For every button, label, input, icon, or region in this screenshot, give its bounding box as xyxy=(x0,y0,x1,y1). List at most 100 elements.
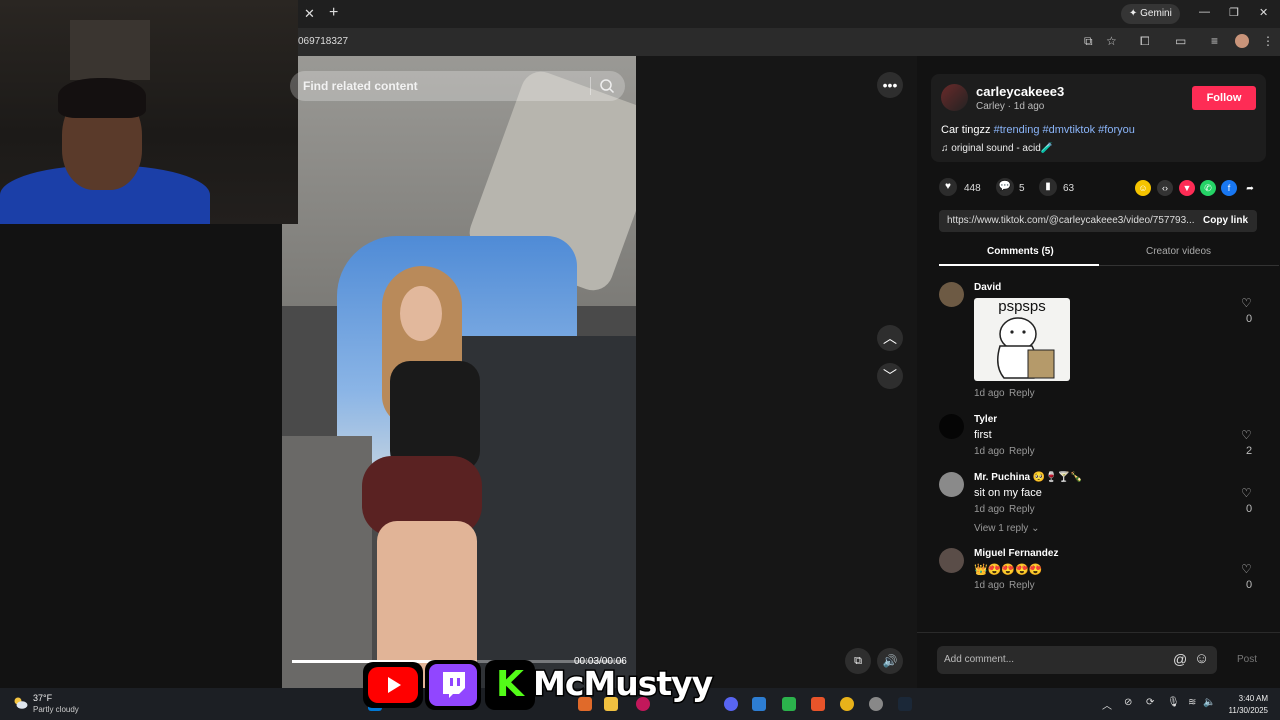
comment-count: 5 xyxy=(1019,183,1025,194)
comment-bar-divider xyxy=(917,632,1280,633)
speaker-icon[interactable]: 🔈 xyxy=(1203,697,1215,708)
commenter-avatar[interactable] xyxy=(939,548,964,573)
send-to-friends-icon[interactable]: ▼ xyxy=(1179,180,1195,196)
whatsapp-icon[interactable]: ✆ xyxy=(1200,180,1216,196)
author-avatar[interactable] xyxy=(941,84,968,111)
video-player[interactable] xyxy=(282,56,636,688)
post-caption: Car tingzz #trending #dmvtiktok #foryou xyxy=(941,124,1135,136)
reply-button[interactable]: Reply xyxy=(1009,580,1035,591)
repost-icon[interactable]: ☺ xyxy=(1135,180,1151,196)
weather-temperature[interactable]: 37°F xyxy=(33,693,52,703)
microphone-icon[interactable]: 🎙 xyxy=(1167,697,1180,708)
follow-button[interactable]: Follow xyxy=(1192,86,1256,110)
emoji-icon[interactable]: ☺ xyxy=(1194,650,1209,667)
clock-date[interactable]: 11/30/2025 xyxy=(1222,706,1268,715)
comment-text: sit on my face xyxy=(974,487,1042,499)
clock-time[interactable]: 3:40 AM xyxy=(1222,694,1268,703)
mention-icon[interactable]: @ xyxy=(1173,651,1187,667)
comment-like-heart-icon[interactable]: ♡ xyxy=(1241,296,1252,310)
show-hidden-icons-chevron[interactable]: ︿ xyxy=(1102,697,1112,712)
sticker-drawing xyxy=(997,317,1055,379)
comment-item: David pspsps 1d ago Reply ♡ 0 xyxy=(939,282,1269,402)
extensions-icon[interactable]: ⧠ xyxy=(1140,34,1150,49)
comment-time: 1d ago xyxy=(974,580,1005,591)
gemini-button[interactable]: ✦ Gemini xyxy=(1121,4,1180,24)
bookmark-icon[interactable]: ▮ xyxy=(1039,178,1057,196)
comment-time: 1d ago xyxy=(974,504,1005,515)
discord-icon[interactable] xyxy=(724,697,738,711)
close-tab-icon[interactable]: ✕ xyxy=(304,6,315,22)
tray-sync-icon[interactable]: ⟳ xyxy=(1146,697,1154,708)
reply-button[interactable]: Reply xyxy=(1009,388,1035,399)
search-icon[interactable] xyxy=(599,78,615,94)
commenter-avatar[interactable] xyxy=(939,414,964,439)
commenter-name[interactable]: Mr. Puchina 🥺🍷🍸🍾 xyxy=(974,472,1083,483)
reply-button[interactable]: Reply xyxy=(1009,446,1035,457)
tab-creator-videos[interactable]: Creator videos xyxy=(1146,246,1211,257)
taskbar-app-icon[interactable] xyxy=(811,697,825,711)
comment-like-heart-icon[interactable]: ♡ xyxy=(1241,562,1252,576)
embed-code-icon[interactable]: ‹› xyxy=(1157,180,1173,196)
taskbar-app-icon[interactable] xyxy=(782,697,796,711)
view-replies-link[interactable]: View 1 reply ⌄ xyxy=(974,523,1039,534)
facebook-icon[interactable]: f xyxy=(1221,180,1237,196)
comment-like-count: 0 xyxy=(1246,313,1253,325)
float-player-icon[interactable]: ⧉ xyxy=(845,648,871,674)
minimize-window-icon[interactable]: — xyxy=(1199,6,1210,18)
more-options-icon[interactable]: ••• xyxy=(877,72,903,98)
reply-button[interactable]: Reply xyxy=(1009,504,1035,515)
hashtag-link[interactable]: #foryou xyxy=(1098,124,1135,136)
new-tab-button[interactable]: + xyxy=(329,4,338,22)
streamer-branding-overlay: K McMustyy xyxy=(363,658,715,714)
microsoft-store-icon[interactable] xyxy=(752,697,766,711)
sound-name[interactable]: original sound - acid🧪 xyxy=(951,143,1053,154)
comment-like-heart-icon[interactable]: ♡ xyxy=(1241,486,1252,500)
profile-avatar[interactable] xyxy=(1235,34,1249,48)
next-video-chevron-down-icon[interactable]: ﹀ xyxy=(877,363,903,389)
tab-comments[interactable]: Comments (5) xyxy=(987,246,1054,257)
steam-icon[interactable] xyxy=(898,697,912,711)
related-search-input[interactable]: Find related content xyxy=(303,79,418,93)
split-view-icon[interactable]: ▭ xyxy=(1175,34,1186,48)
sticker-caption: pspsps xyxy=(998,298,1046,315)
comment-like-heart-icon[interactable]: ♡ xyxy=(1241,428,1252,442)
add-comment-field[interactable]: Add comment... @ ☺ xyxy=(937,646,1217,674)
tray-app-icon[interactable]: ⊘ xyxy=(1124,697,1132,708)
sticker-image: pspsps xyxy=(974,298,1070,381)
hashtag-link[interactable]: #trending xyxy=(994,124,1040,136)
install-app-icon[interactable]: ⧉ xyxy=(1084,34,1093,49)
commenter-name[interactable]: David xyxy=(974,282,1001,293)
previous-video-chevron-up-icon[interactable]: ︿ xyxy=(877,325,903,351)
taskbar-app-icon[interactable] xyxy=(869,697,883,711)
bookmark-star-icon[interactable]: ☆ xyxy=(1106,34,1117,48)
chrome-icon[interactable] xyxy=(840,697,854,711)
comment-item: Miguel Fernandez 👑😍😍😍😍 1d ago Reply ♡ 0 xyxy=(939,548,1269,594)
close-window-icon[interactable]: ✕ xyxy=(1259,6,1268,19)
author-name[interactable]: carleycakeee3 xyxy=(976,84,1064,99)
music-note-icon: ♫ xyxy=(941,143,949,154)
comment-icon[interactable]: 💬 xyxy=(996,178,1014,196)
reading-list-icon[interactable]: ≡ xyxy=(1211,34,1218,48)
partly-cloudy-icon[interactable] xyxy=(12,696,28,710)
like-heart-icon[interactable]: ♥ xyxy=(939,178,957,196)
commenter-avatar[interactable] xyxy=(939,282,964,307)
add-comment-placeholder[interactable]: Add comment... xyxy=(944,654,1014,665)
video-link-text[interactable]: https://www.tiktok.com/@carleycakeee3/vi… xyxy=(947,215,1195,226)
url-text[interactable]: 069718327 xyxy=(298,36,348,47)
weather-description[interactable]: Partly cloudy xyxy=(33,705,79,714)
comment-item: Mr. Puchina 🥺🍷🍸🍾 sit on my face 1d ago R… xyxy=(939,472,1269,538)
volume-icon[interactable]: 🔊 xyxy=(877,648,903,674)
share-arrow-icon[interactable]: ➦ xyxy=(1242,180,1258,196)
wifi-icon[interactable]: ≋ xyxy=(1188,697,1196,708)
commenter-avatar[interactable] xyxy=(939,472,964,497)
restore-window-icon[interactable]: ❐ xyxy=(1229,6,1239,19)
hashtag-link[interactable]: #dmvtiktok xyxy=(1043,124,1096,136)
menu-icon[interactable]: ⋮ xyxy=(1262,34,1274,48)
copy-link-button[interactable]: Copy link xyxy=(1203,215,1248,226)
commenter-name[interactable]: Miguel Fernandez xyxy=(974,548,1058,559)
related-search-box[interactable]: Find related content xyxy=(290,71,625,101)
comment-item: Tyler first 1d ago Reply ♡ 2 xyxy=(939,414,1269,460)
post-comment-button[interactable]: Post xyxy=(1237,654,1257,665)
sound-link[interactable]: ♫ original sound - acid🧪 xyxy=(941,143,1053,154)
commenter-name[interactable]: Tyler xyxy=(974,414,997,425)
